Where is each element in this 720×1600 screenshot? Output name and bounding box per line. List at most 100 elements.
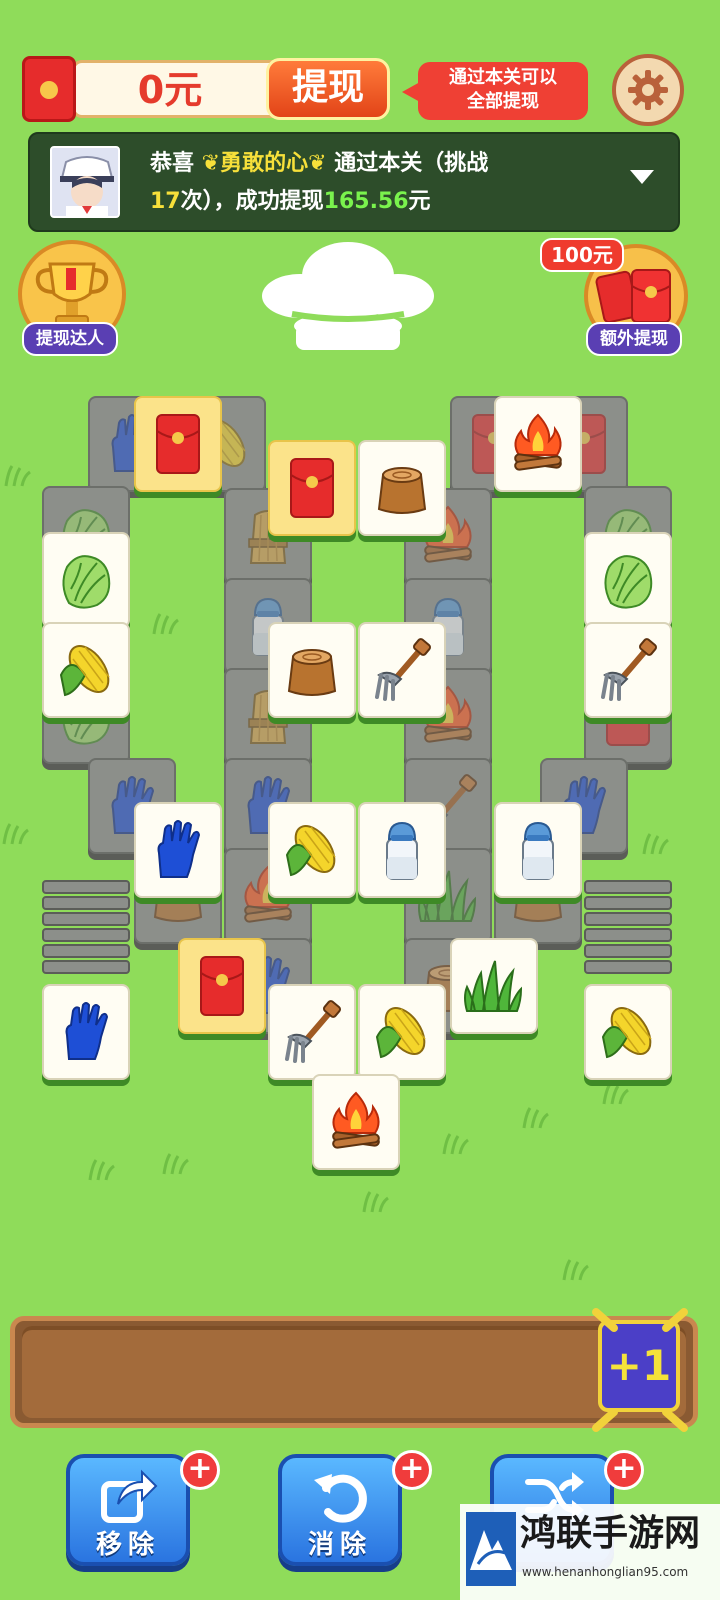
- tile-redpack[interactable]: [178, 938, 266, 1034]
- red-envelope-icon: [277, 453, 347, 523]
- tile-corn[interactable]: [42, 622, 130, 718]
- withdraw-button[interactable]: 提现: [266, 58, 390, 120]
- red-envelope-icon: [187, 951, 257, 1021]
- grass-decoration: [2, 823, 29, 845]
- withdraw-master-label: 提现达人: [22, 322, 118, 356]
- tile-glove[interactable]: [42, 984, 130, 1080]
- grass-decoration: [162, 1153, 189, 1175]
- corn-icon: [51, 635, 121, 705]
- tile-stack: [42, 912, 130, 926]
- tile-stack: [584, 896, 672, 910]
- tip-line-2: 全部提现: [467, 91, 539, 112]
- tile-cabbage[interactable]: [584, 532, 672, 628]
- withdraw-tip-bubble: 通过本关可以 全部提现: [402, 62, 588, 120]
- gear-icon: [628, 70, 668, 110]
- glove-icon: [51, 997, 121, 1067]
- pitchfork-icon: [277, 997, 347, 1067]
- extra-withdraw-label: 额外提现: [586, 322, 682, 356]
- tile-campfire[interactable]: [312, 1074, 400, 1170]
- pitchfork-icon: [593, 635, 663, 705]
- tip-line-1: 通过本关可以: [449, 67, 557, 88]
- remove-label: 移除: [95, 1530, 160, 1560]
- milk-icon: [367, 815, 437, 885]
- tile-cabbage[interactable]: [42, 532, 130, 628]
- cabbage-icon: [593, 545, 663, 615]
- tile-redpack[interactable]: [134, 396, 222, 492]
- extra-amount-badge: 100元: [540, 238, 624, 272]
- share-arrow-icon: [101, 1469, 158, 1523]
- tile-corn[interactable]: [268, 802, 356, 898]
- grass-decoration: [602, 1083, 629, 1105]
- campfire-icon: [503, 409, 573, 479]
- avatar: [50, 146, 120, 218]
- tile-stack: [42, 928, 130, 942]
- milk-icon: [503, 815, 573, 885]
- red-envelope-icon: [22, 56, 76, 122]
- balance-amount: 0元: [137, 68, 203, 112]
- notice-prefix: 恭喜: [150, 151, 195, 176]
- tile-pitchfork[interactable]: [584, 622, 672, 718]
- notice-attempts: 17: [150, 189, 181, 214]
- tile-stack: [584, 912, 672, 926]
- cabbage-icon: [51, 545, 121, 615]
- red-envelope-icon: [143, 409, 213, 479]
- tile-glove[interactable]: [134, 802, 222, 898]
- tile-pitchfork[interactable]: [268, 984, 356, 1080]
- grass-decoration: [152, 613, 179, 635]
- tile-stack: [42, 960, 130, 974]
- tile-tray-slots: [22, 1326, 686, 1418]
- corn-icon: [367, 997, 437, 1067]
- stump-icon: [277, 635, 347, 705]
- tile-campfire[interactable]: [494, 396, 582, 492]
- undo-label: 消除: [307, 1530, 372, 1560]
- grass-decoration: [562, 1259, 589, 1281]
- notice-attempts-suffix: 次），成功提现: [180, 189, 324, 214]
- grass-decoration: [4, 465, 31, 487]
- grass-decoration: [362, 1191, 389, 1213]
- cloud-icon: [262, 242, 434, 350]
- glove-icon: [143, 815, 213, 885]
- stump-icon: [367, 453, 437, 523]
- notice-username: 勇敢的心: [220, 151, 309, 176]
- shuffle-add-icon[interactable]: +: [604, 1450, 644, 1490]
- notice-amount: 165.56: [323, 189, 409, 214]
- tile-stack: [584, 928, 672, 942]
- tile-stack: [584, 880, 672, 894]
- notice-line-1: 恭喜 ❦勇敢的心❦ 通过本关（挑战: [150, 151, 489, 176]
- notice-amount-suffix: 元: [408, 189, 431, 214]
- settings-button[interactable]: [612, 54, 684, 126]
- tile-pitchfork[interactable]: [358, 622, 446, 718]
- undo-add-icon[interactable]: +: [392, 1450, 432, 1490]
- tile-stack: [42, 896, 130, 910]
- tile-stump[interactable]: [268, 622, 356, 718]
- tile-corn[interactable]: [358, 984, 446, 1080]
- tile-stack: [584, 960, 672, 974]
- tile-stump[interactable]: [358, 440, 446, 536]
- tile-corn[interactable]: [584, 984, 672, 1080]
- notice-middle: 通过本关（挑战: [334, 151, 489, 176]
- corn-icon: [593, 997, 663, 1067]
- tape-decoration: [592, 1308, 688, 1432]
- corn-icon: [277, 815, 347, 885]
- remove-add-icon[interactable]: +: [180, 1450, 220, 1490]
- notice-line-2: 17次），成功提现165.56元: [150, 184, 630, 220]
- grass-icon: [459, 951, 529, 1021]
- tile-redpack[interactable]: [268, 440, 356, 536]
- grass-decoration: [522, 1107, 549, 1129]
- campfire-icon: [321, 1087, 391, 1157]
- grass-decoration: [442, 1133, 469, 1155]
- undo-icon: [314, 1474, 367, 1523]
- grass-decoration: [642, 833, 669, 855]
- tile-grass[interactable]: [450, 938, 538, 1034]
- tile-stack: [42, 944, 130, 958]
- pitchfork-icon: [367, 635, 437, 705]
- tile-stack: [584, 944, 672, 958]
- tile-milk[interactable]: [358, 802, 446, 898]
- watermark-logo-icon: [466, 1512, 516, 1586]
- watermark-title: 鸿联手游网: [520, 1512, 701, 1554]
- tile-milk[interactable]: [494, 802, 582, 898]
- chevron-down-icon[interactable]: [630, 170, 654, 184]
- tile-stack: [42, 880, 130, 894]
- grass-decoration: [88, 1159, 115, 1181]
- watermark-url: www.henanhonglian95.com: [522, 1565, 689, 1579]
